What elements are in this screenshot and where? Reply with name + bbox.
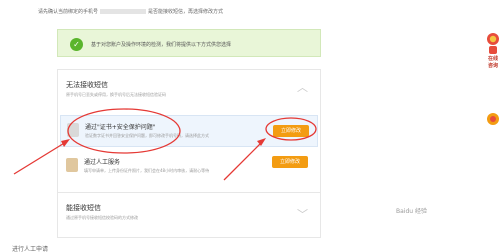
section-able-receive-sms: 能接收短信 通过原手机号接收短信校验码的方式修改 ﹀ xyxy=(57,192,321,238)
intro-text: 请先确认当前绑定的手机号 是否能接收短信，再选择修改方式 xyxy=(38,8,223,15)
baidu-jingyan-watermark: Baidu 经验 xyxy=(396,208,427,215)
detection-notice: ✓ 基于对您账户及操作环境的检测，我们将提供以下方式供您选择 xyxy=(57,29,321,57)
certificate-icon xyxy=(67,123,79,137)
side-ad-text: 在线咨询 xyxy=(487,56,498,69)
option-title: 通过"证书+安全保护问题" xyxy=(85,124,156,131)
check-circle-icon: ✓ xyxy=(70,38,83,51)
modify-now-button[interactable]: 立即修改 xyxy=(272,156,308,168)
intro-suffix: 是否能接收短信，再选择修改方式 xyxy=(148,9,224,15)
option-title: 通过人工服务 xyxy=(84,159,121,166)
section-subtitle: 原手机号已丢失或停用，换手机号后无法接收短信验证码 xyxy=(66,92,166,97)
bottom-caption: 进行人工申请 xyxy=(12,246,49,252)
notice-text: 基于对您账户及操作环境的检测，我们将提供以下方式供您选择 xyxy=(91,42,232,48)
chevron-down-icon[interactable]: ﹀ xyxy=(297,209,308,220)
person-service-icon xyxy=(66,158,78,172)
modify-now-button[interactable]: 立即修改 xyxy=(273,125,309,137)
side-floating-ad[interactable]: 在线咨询 xyxy=(486,30,500,130)
badge-icon xyxy=(487,113,499,125)
section-title: 能接收短信 xyxy=(66,204,101,212)
chevron-up-icon[interactable]: ︿ xyxy=(297,82,308,93)
option-certificate-security-question: 通过"证书+安全保护问题" 验证数字证书并回答安全保护问题，即可修改手机号码，请… xyxy=(60,115,318,147)
option-description: 验证数字证书并回答安全保护问题，即可修改手机号码，请选择此方式 xyxy=(85,133,209,138)
intro-prefix: 请先确认当前绑定的手机号 xyxy=(38,9,99,15)
lion-mascot-icon xyxy=(487,33,499,54)
option-description: 填写申请单，上传身份证件照片，我们会在48小时内审核，请耐心等待 xyxy=(84,168,210,173)
section-subtitle: 通过原手机号接收短信校验码的方式修改 xyxy=(66,215,138,220)
section-title: 无法接收短信 xyxy=(66,81,108,89)
option-manual-service: 通过人工服务 填写申请单，上传身份证件照片，我们会在48小时内审核，请耐心等待 … xyxy=(60,151,318,183)
masked-phone-number xyxy=(100,9,147,14)
